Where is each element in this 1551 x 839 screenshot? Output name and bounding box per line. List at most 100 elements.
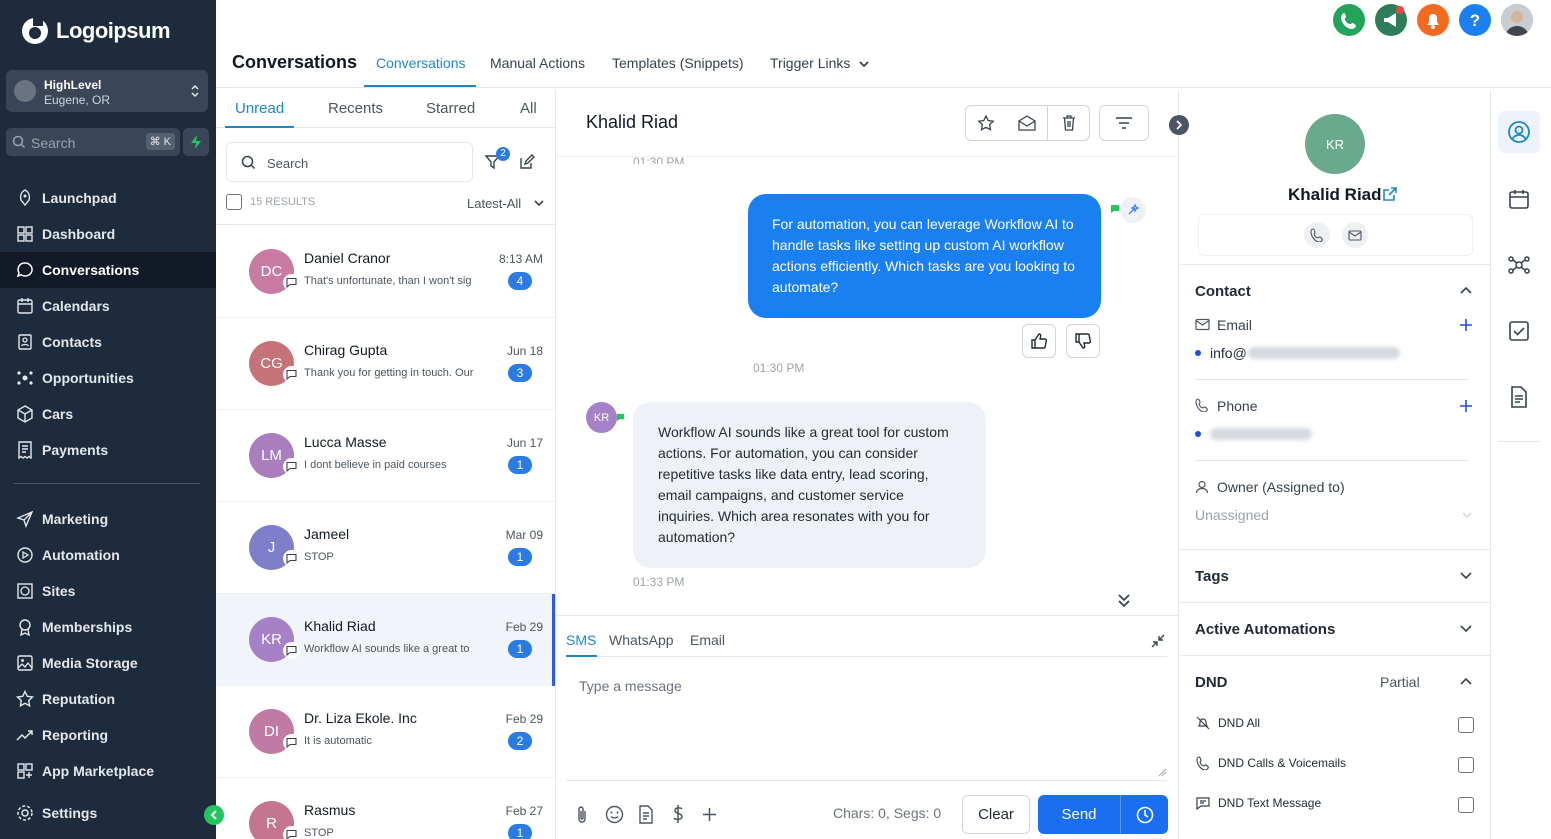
dollar-icon[interactable] — [670, 804, 686, 824]
sidebar-item-app-marketplace[interactable]: App Marketplace — [0, 753, 216, 789]
phone-redacted[interactable] — [1210, 428, 1312, 440]
sidebar-item-contacts[interactable]: Contacts — [0, 324, 216, 360]
add-email-icon[interactable] — [1459, 318, 1473, 332]
chevron-down-icon[interactable] — [858, 59, 870, 69]
delete-button[interactable] — [1048, 105, 1090, 141]
emoji-icon[interactable] — [605, 805, 624, 824]
sms-flag-icon — [616, 413, 625, 422]
rail-tasks-button[interactable] — [1498, 310, 1540, 352]
conversation-row[interactable]: DC Daniel Cranor That's unfortunate, than … — [216, 226, 555, 318]
clear-button[interactable]: Clear — [962, 795, 1030, 834]
owner-select[interactable]: Unassigned — [1195, 507, 1269, 523]
attachment-icon[interactable] — [573, 805, 591, 825]
sidebar-item-opportunities[interactable]: Opportunities — [0, 360, 216, 396]
compose-button[interactable] — [518, 153, 536, 171]
sidebar-item-reputation[interactable]: Reputation — [0, 681, 216, 717]
sidebar-item-memberships[interactable]: Memberships — [0, 609, 216, 645]
user-circle-icon — [1508, 121, 1530, 143]
tags-section-title[interactable]: Tags — [1195, 568, 1229, 585]
tab-manual-actions[interactable]: Manual Actions — [490, 55, 585, 71]
tab-starred[interactable]: Starred — [426, 100, 475, 117]
star-button[interactable] — [965, 105, 1007, 141]
dnd-all-checkbox[interactable] — [1458, 717, 1474, 733]
tab-templates[interactable]: Templates (Snippets) — [612, 55, 744, 71]
brand-logo[interactable]: Logoipsum — [20, 16, 171, 46]
lightning-icon — [191, 135, 201, 149]
template-icon[interactable] — [638, 805, 654, 824]
rail-opportunities-button[interactable] — [1498, 244, 1540, 286]
compose-tab-whatsapp[interactable]: WhatsApp — [609, 632, 674, 648]
account-switcher[interactable]: HighLevel Eugene, OR — [6, 70, 208, 112]
dnd-calls-checkbox[interactable] — [1458, 757, 1474, 773]
tab-recents[interactable]: Recents — [328, 100, 383, 117]
compose-tab-sms[interactable]: SMS — [566, 632, 596, 648]
tab-trigger-links[interactable]: Trigger Links — [770, 55, 850, 71]
dnd-text-checkbox[interactable] — [1458, 797, 1474, 813]
tab-unread[interactable]: Unread — [235, 100, 284, 117]
phone-call-button[interactable] — [1333, 4, 1365, 36]
thumbs-down-button[interactable] — [1066, 324, 1100, 358]
conversation-row[interactable]: KR Khalid Riad Workflow AI sounds like a g… — [216, 594, 555, 686]
sidebar-item-payments[interactable]: Payments — [0, 432, 216, 468]
chevron-down-icon[interactable] — [1459, 624, 1473, 634]
sidebar-item-marketing[interactable]: Marketing — [0, 501, 216, 537]
conversation-row[interactable]: DI Dr. Liza Ekole. Inc It is automatic Feb … — [216, 686, 555, 778]
plus-icon[interactable] — [701, 806, 718, 823]
collapse-icon[interactable] — [1150, 633, 1166, 649]
sidebar-item-reporting[interactable]: Reporting — [0, 717, 216, 753]
sidebar-item-calendars[interactable]: Calendars — [0, 288, 216, 324]
call-button[interactable] — [1304, 222, 1330, 248]
conversation-row[interactable]: R Rasmus STOP Feb 27 1 — [216, 778, 555, 839]
scroll-bottom-icon[interactable] — [1116, 592, 1132, 610]
conversation-search-input[interactable]: Search — [226, 142, 473, 182]
chevron-up-icon[interactable] — [1459, 285, 1473, 297]
chevron-down-icon[interactable] — [1461, 511, 1473, 519]
automations-section-title[interactable]: Active Automations — [1195, 621, 1335, 638]
sidebar-item-automation[interactable]: Automation — [0, 537, 216, 573]
sidebar-item-media-storage[interactable]: Media Storage — [0, 645, 216, 681]
conversation-row[interactable]: LM Lucca Masse I dont believe in paid cour… — [216, 410, 555, 502]
mark-unread-button[interactable] — [1006, 105, 1048, 141]
chevron-up-icon[interactable] — [1459, 676, 1473, 688]
resize-handle-icon[interactable] — [1158, 768, 1167, 777]
email-value[interactable]: info@ — [1210, 345, 1247, 361]
chevron-down-icon[interactable] — [533, 198, 545, 208]
tab-all[interactable]: All — [520, 100, 537, 117]
award-icon — [19, 619, 31, 636]
filter-messages-button[interactable] — [1099, 105, 1149, 141]
conversation-row[interactable]: CG Chirag Gupta Thank you for getting in t… — [216, 318, 555, 410]
tab-conversations[interactable]: Conversations — [376, 55, 466, 71]
chevron-down-icon[interactable] — [1459, 571, 1473, 581]
sidebar-item-sites[interactable]: Sites — [0, 573, 216, 609]
send-button[interactable]: Send — [1038, 795, 1120, 834]
thumbs-up-button[interactable] — [1022, 324, 1056, 358]
rail-contact-button[interactable] — [1498, 111, 1540, 153]
conversation-row[interactable]: J Jameel STOP Mar 09 1 — [216, 502, 555, 594]
select-all-checkbox[interactable] — [226, 194, 242, 210]
sidebar-item-cars[interactable]: Cars — [0, 396, 216, 432]
announcements-button[interactable] — [1375, 4, 1407, 36]
quick-actions-button[interactable] — [183, 128, 209, 156]
dnd-section-title[interactable]: DND — [1195, 674, 1228, 691]
sort-select[interactable]: Latest-All — [467, 196, 521, 211]
ai-assist-button[interactable] — [1120, 197, 1146, 223]
filter-button[interactable]: 2 — [484, 147, 510, 172]
sidebar-item-settings[interactable]: Settings — [0, 795, 216, 831]
compose-tab-email[interactable]: Email — [690, 632, 725, 648]
toggle-details-button[interactable] — [1169, 115, 1189, 135]
sidebar-item-launchpad[interactable]: Launchpad — [0, 180, 216, 216]
sidebar-search[interactable]: Search ⌘ K — [6, 128, 180, 156]
external-link-icon[interactable] — [1382, 186, 1398, 202]
add-phone-icon[interactable] — [1459, 399, 1473, 413]
phone-label: Phone — [1217, 398, 1258, 414]
help-button[interactable]: ? — [1459, 4, 1491, 36]
sidebar-item-dashboard[interactable]: Dashboard — [0, 216, 216, 252]
mail-icon — [1348, 230, 1362, 241]
rail-calendar-button[interactable] — [1498, 178, 1540, 220]
user-avatar[interactable] — [1501, 4, 1533, 36]
email-button[interactable] — [1342, 222, 1368, 248]
rail-notes-button[interactable] — [1498, 376, 1540, 418]
schedule-send-button[interactable] — [1120, 795, 1168, 834]
notifications-button[interactable] — [1417, 4, 1449, 36]
sidebar-item-conversations[interactable]: Conversations — [0, 252, 216, 288]
